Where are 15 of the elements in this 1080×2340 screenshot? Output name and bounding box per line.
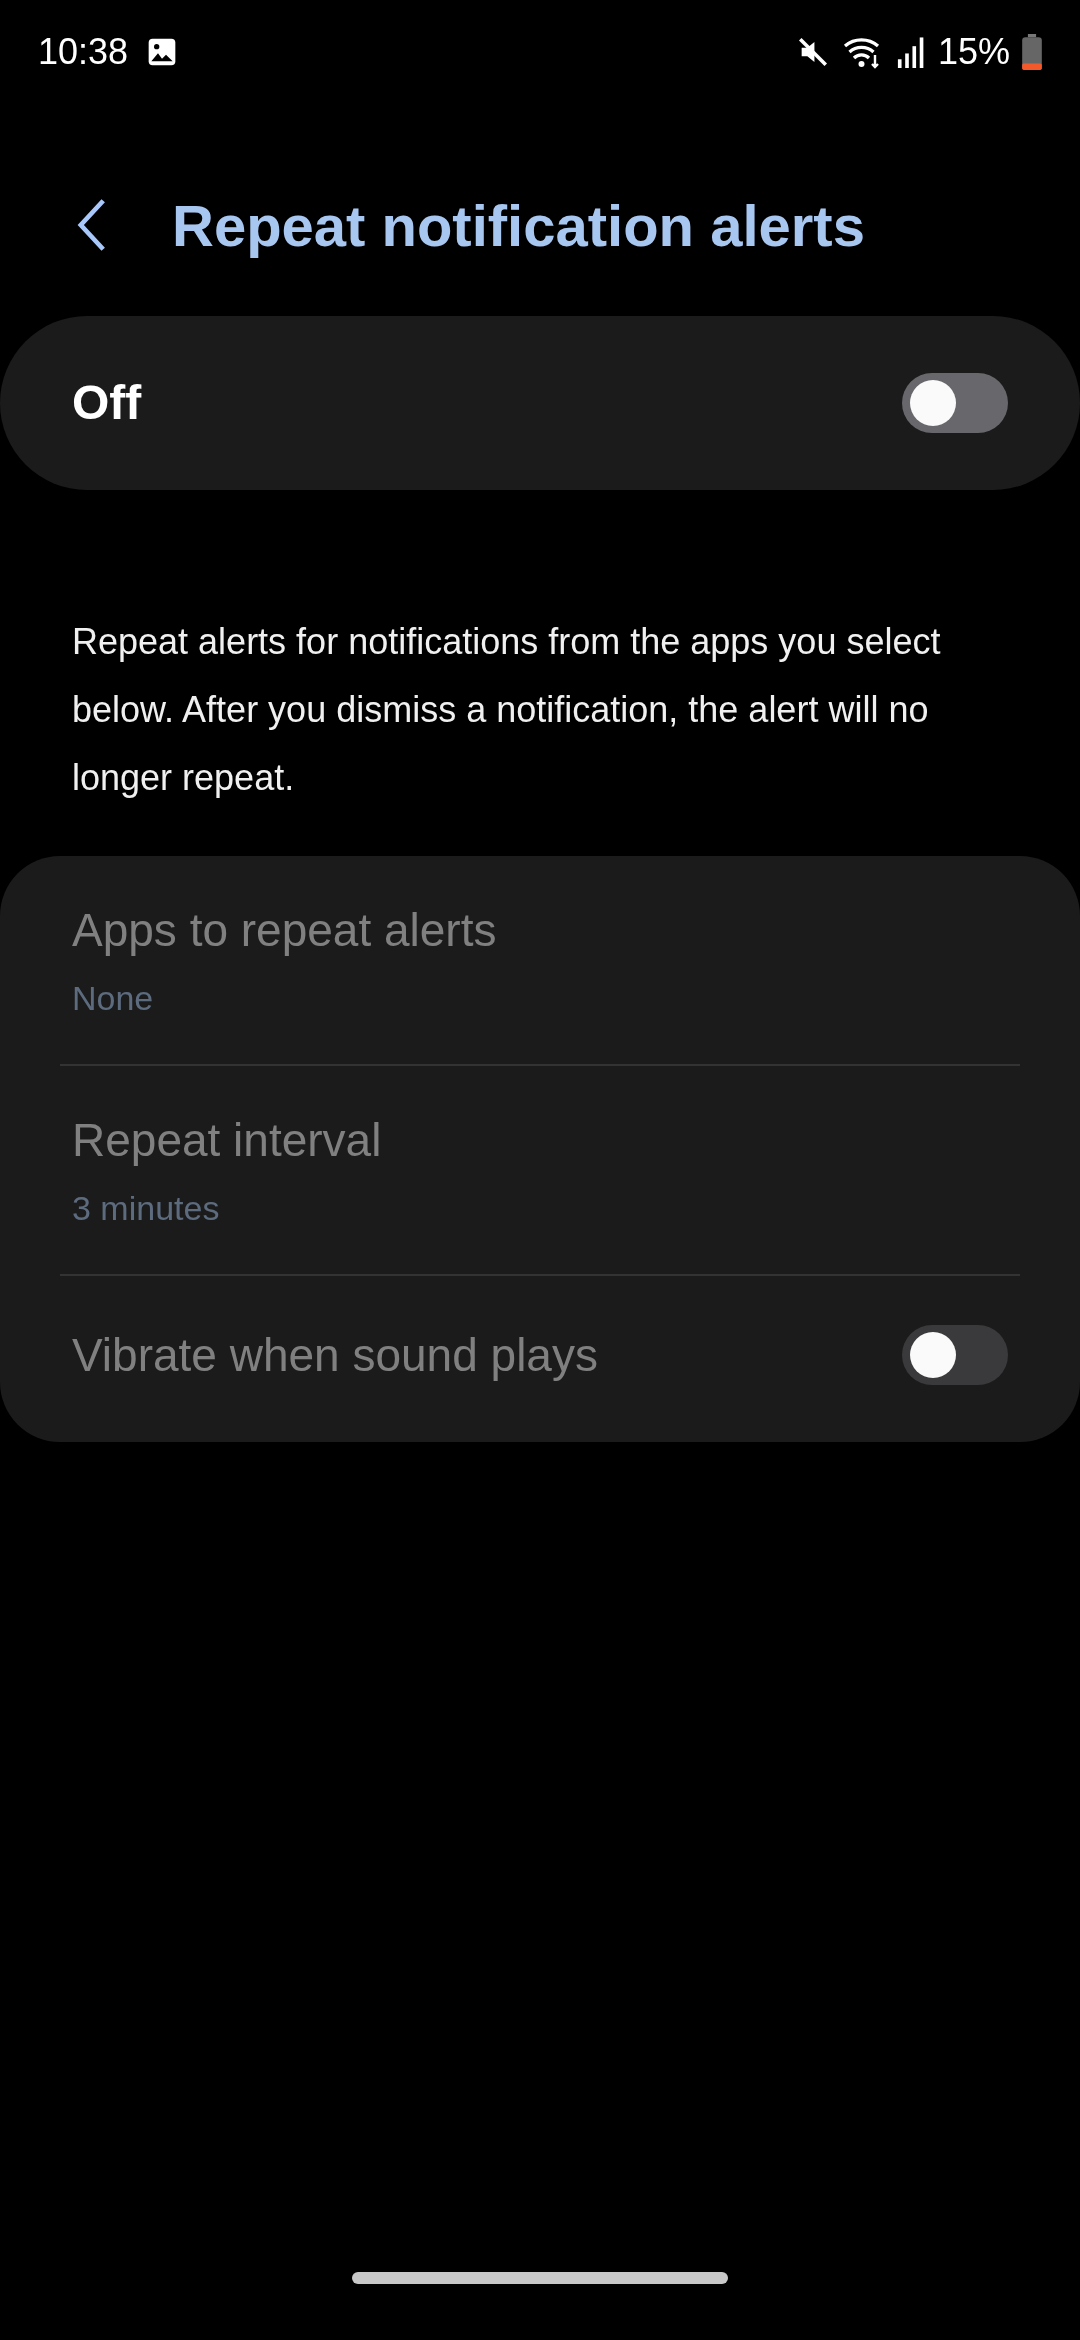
master-switch-row[interactable]: Off <box>0 316 1080 490</box>
back-icon <box>77 197 107 253</box>
status-time: 10:38 <box>38 30 129 74</box>
battery-icon <box>1022 34 1042 70</box>
master-switch-label: Off <box>72 375 142 431</box>
setting-value: 3 minutes <box>72 1188 221 1229</box>
setting-title: Vibrate when sound plays <box>72 1327 598 1383</box>
description-text: Repeat alerts for notifications from the apps you select below. After you dismiss a notification, the alert will no longer repeat. <box>71 620 942 800</box>
page-title: Repeat notification alerts <box>172 191 865 260</box>
battery-percent: 15% <box>937 30 1010 74</box>
signal-icon <box>895 36 926 68</box>
setting-value: None <box>72 978 155 1019</box>
setting-title: Repeat interval <box>72 1113 383 1168</box>
setting-title: Apps to repeat alerts <box>72 903 498 958</box>
toggle-switch[interactable] <box>902 373 1008 433</box>
